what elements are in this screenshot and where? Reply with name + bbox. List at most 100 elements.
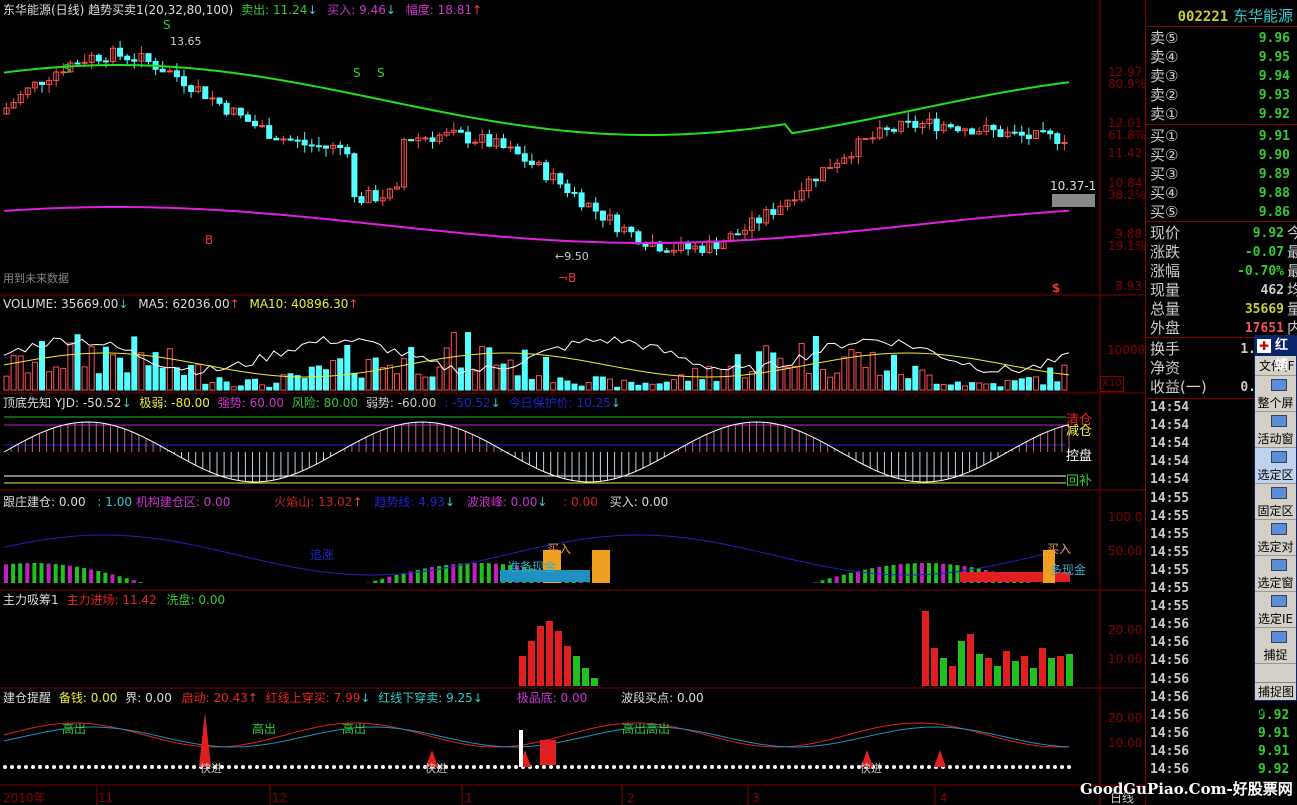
candle [351, 153, 358, 198]
dot-marker [1053, 765, 1057, 769]
candle [81, 61, 88, 64]
dot-marker [948, 765, 952, 769]
signal-s: S [353, 66, 361, 80]
down-arrow-icon: ↓ [307, 3, 318, 17]
volume-bar [784, 366, 791, 391]
capture-button[interactable]: 选定窗 [1255, 556, 1296, 592]
dot-marker [367, 765, 371, 769]
volume-bar [635, 384, 642, 391]
candle [315, 145, 322, 148]
up-arrow-icon: ↑ [348, 297, 359, 311]
down-arrow-icon: ↓ [444, 495, 455, 509]
down-arrow-icon: ↓ [385, 3, 396, 17]
candle [145, 53, 152, 63]
trend-line-value: 趋势线: 4.93 [374, 495, 445, 509]
candle [997, 129, 1004, 138]
fib-percent: 19.1% [1108, 239, 1147, 253]
buy-tag: 买入 [547, 542, 572, 556]
wash-value: 洗盘: 0.00 [166, 593, 226, 607]
candle [429, 137, 436, 142]
tick-time: 14:56 [1150, 743, 1190, 759]
dot-marker [1011, 765, 1015, 769]
bid-row: 买③ 9.89 [1150, 165, 1296, 184]
price-tick: 8.93 [1115, 279, 1142, 293]
dot-marker [752, 765, 756, 769]
capture-button[interactable]: 选定区 [1255, 448, 1296, 484]
window-titlebar[interactable]: ✚ 红蜻 [1255, 336, 1296, 373]
dot-marker [241, 765, 245, 769]
dot-marker [703, 765, 707, 769]
red-cross-down-value: 红线下穿卖: 9.25 [378, 691, 473, 705]
dot-marker [115, 765, 119, 769]
volume-bar [983, 383, 990, 391]
volume-bar [39, 341, 45, 391]
volume-bar [195, 364, 202, 391]
screen-capture-window[interactable]: ✚红蜻 文件(F 整个屏活动窗选定区固定区选定对选定窗选定IE捕捉 捕捉图像 [1254, 335, 1297, 717]
capture-button[interactable]: 活动窗 [1255, 412, 1296, 448]
candle [280, 138, 287, 141]
ask-price: 9.92 [1258, 107, 1290, 122]
dot-marker [24, 765, 28, 769]
gz-bar [46, 563, 51, 583]
volume-bar [763, 345, 770, 391]
capture-icon [1271, 523, 1287, 535]
volume-bar [181, 374, 187, 391]
capture-button[interactable]: 选定IE [1255, 592, 1296, 628]
volume-bar [53, 366, 60, 391]
candle [294, 139, 301, 142]
zl-bar [994, 666, 1001, 686]
capture-icon [1271, 595, 1287, 607]
gz-bar [827, 578, 832, 583]
stat-value: -0.70% [1237, 264, 1284, 279]
capture-button[interactable]: 固定区 [1255, 484, 1296, 520]
volume-bar [592, 376, 599, 391]
dot-marker [38, 765, 42, 769]
candle [408, 139, 415, 142]
gz-bar [856, 571, 860, 583]
dot-marker [374, 765, 378, 769]
control-label: 控盘 [1066, 449, 1093, 464]
replenish-label: 回补 [1066, 474, 1093, 489]
capture-button[interactable]: 捕捉 [1255, 628, 1296, 664]
gz-bar [394, 574, 399, 583]
dot-marker [724, 765, 728, 769]
volume-bar [173, 367, 180, 391]
high-out-label: 高出 [62, 722, 87, 736]
boundary-value: 界: 0.00 [125, 691, 172, 705]
signal-s: S [163, 18, 171, 32]
range-indicator: 幅度: 18.81 [405, 3, 472, 17]
volume-bar [919, 369, 926, 391]
volume-bar [1033, 376, 1039, 391]
app-icon: ✚ [1257, 339, 1271, 353]
gz-bar [820, 580, 825, 583]
volume-bar [351, 372, 358, 391]
candle [521, 153, 528, 162]
capture-icon [1271, 631, 1287, 643]
zl-bar [1003, 651, 1010, 686]
dot-marker [766, 765, 770, 769]
candle [883, 127, 890, 130]
button-label: 选定区 [1257, 468, 1294, 482]
volume-bar [159, 367, 166, 391]
capture-button[interactable]: 整个屏 [1255, 376, 1296, 412]
gz-bar [955, 565, 960, 583]
candle [628, 226, 635, 233]
gz-bar [138, 582, 143, 583]
dot-marker [997, 765, 1001, 769]
fib-percent: 80.9% [1108, 77, 1147, 91]
gz-bar [117, 576, 122, 583]
stat-row: 收益(一) 0. [1150, 378, 1256, 397]
dot-marker [717, 765, 721, 769]
capture-button[interactable]: 选定对 [1255, 520, 1296, 556]
tick-time: 14:54 [1150, 472, 1190, 488]
dot-marker [1060, 765, 1064, 769]
stock-name: 东华能源 [1232, 7, 1293, 25]
stat-row: 现价 9.92 今 [1150, 224, 1297, 243]
dot-marker [143, 765, 147, 769]
candle [117, 47, 124, 57]
volume-bar [67, 342, 74, 391]
zl-bar [976, 654, 983, 686]
zl-bar [1021, 656, 1028, 686]
dot-marker [815, 765, 819, 769]
stat-label: 涨跌 [1150, 243, 1181, 261]
